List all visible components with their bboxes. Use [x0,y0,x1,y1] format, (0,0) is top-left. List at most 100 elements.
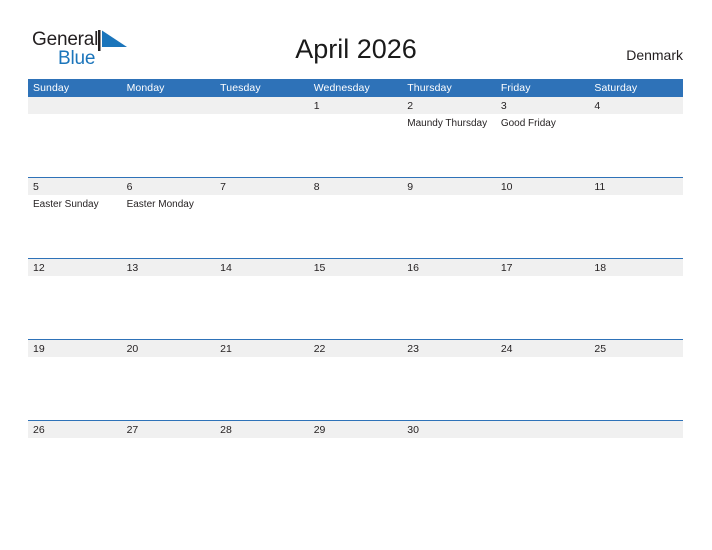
week-event-band [28,438,683,500]
holiday-label: Easter Monday [126,199,194,210]
calendar-week-row: 5 6 7 8 9 10 11 Easter Sunday Easter Monday [28,177,683,258]
day-number-27[interactable]: 27 [122,421,216,438]
day-events-cell [122,114,216,176]
day-events-cell [215,114,309,176]
day-events-cell [309,195,403,257]
week-date-band: 12 13 14 15 16 17 18 [28,258,683,276]
day-events-cell [122,438,216,500]
day-events-cell [589,276,683,338]
weekday-header-tuesday: Tuesday [220,81,261,94]
week-event-band [28,276,683,338]
weekday-header-friday: Friday [500,81,531,94]
weekday-header-sunday: Sunday [33,81,70,94]
day-number-16[interactable]: 16 [402,259,496,276]
day-number-5[interactable]: 5 [28,178,122,195]
day-number-empty [215,97,309,114]
day-number-30[interactable]: 30 [402,421,496,438]
day-events-cell [309,276,403,338]
day-number-21[interactable]: 21 [215,340,309,357]
day-events-cell [28,357,122,419]
day-number-15[interactable]: 15 [309,259,403,276]
day-number-1[interactable]: 1 [309,97,403,114]
day-number-empty [589,421,683,438]
weekday-header-wednesday: Wednesday [313,81,370,94]
day-events-cell [589,438,683,500]
day-number-10[interactable]: 10 [496,178,590,195]
page-header: General Blue April 2026 Denmark [0,0,712,79]
day-number-13[interactable]: 13 [122,259,216,276]
day-number-17[interactable]: 17 [496,259,590,276]
day-number-24[interactable]: 24 [496,340,590,357]
weekday-header-monday: Monday [126,81,165,94]
day-number-4[interactable]: 4 [589,97,683,114]
day-events-cell [122,357,216,419]
day-events-cell [28,276,122,338]
week-event-band: Maundy Thursday Good Friday [28,114,683,176]
day-number-19[interactable]: 19 [28,340,122,357]
week-date-band: 19 20 21 22 23 24 25 [28,339,683,357]
day-number-23[interactable]: 23 [402,340,496,357]
day-number-11[interactable]: 11 [589,178,683,195]
day-events-cell: Good Friday [496,114,590,176]
day-events-cell [589,195,683,257]
day-events-cell [496,195,590,257]
day-number-6[interactable]: 6 [122,178,216,195]
day-events-cell [402,276,496,338]
week-date-band: 5 6 7 8 9 10 11 [28,177,683,195]
day-number-3[interactable]: 3 [496,97,590,114]
day-events-cell [496,438,590,500]
day-number-empty [496,421,590,438]
day-number-empty [28,97,122,114]
calendar-week-row: 12 13 14 15 16 17 18 [28,258,683,339]
calendar-weeks: 1 2 3 4 Maundy Thursday Good Friday 5 6 7 8 9 10 11 E… [28,96,683,501]
day-events-cell [496,276,590,338]
weekday-header-thursday: Thursday [407,81,452,94]
day-number-empty [122,97,216,114]
day-number-18[interactable]: 18 [589,259,683,276]
day-events-cell [122,276,216,338]
day-number-12[interactable]: 12 [28,259,122,276]
day-events-cell [496,357,590,419]
country-label: Denmark [626,47,683,63]
day-events-cell [589,357,683,419]
weekday-header-row: Sunday Monday Tuesday Wednesday Thursday Frid… [28,79,683,96]
day-number-26[interactable]: 26 [28,421,122,438]
week-event-band: Easter Sunday Easter Monday [28,195,683,257]
day-events-cell: Easter Sunday [28,195,122,257]
day-events-cell [28,114,122,176]
week-date-band: 1234 [28,96,683,114]
day-events-cell [215,438,309,500]
day-number-2[interactable]: 2 [402,97,496,114]
day-events-cell [309,114,403,176]
calendar-week-row: 26 27 28 29 30 [28,420,683,501]
day-events-cell [402,195,496,257]
holiday-label: Easter Sunday [33,199,99,210]
calendar-week-row: 19 20 21 22 23 24 25 [28,339,683,420]
day-number-7[interactable]: 7 [215,178,309,195]
day-events-cell: Easter Monday [122,195,216,257]
day-number-28[interactable]: 28 [215,421,309,438]
day-events-cell [309,438,403,500]
day-events-cell [215,357,309,419]
page-title: April 2026 [295,34,417,64]
weekday-header-saturday: Saturday [594,81,638,94]
day-events-cell [309,357,403,419]
day-number-22[interactable]: 22 [309,340,403,357]
day-number-25[interactable]: 25 [589,340,683,357]
day-number-9[interactable]: 9 [402,178,496,195]
week-date-band: 26 27 28 29 30 [28,420,683,438]
day-number-20[interactable]: 20 [122,340,216,357]
day-events-cell: Maundy Thursday [402,114,496,176]
holiday-label: Maundy Thursday [407,118,488,129]
week-event-band [28,357,683,419]
day-events-cell [28,438,122,500]
day-events-cell [402,357,496,419]
day-number-29[interactable]: 29 [309,421,403,438]
day-events-cell [215,276,309,338]
day-number-14[interactable]: 14 [215,259,309,276]
day-events-cell [589,114,683,176]
day-events-cell [402,438,496,500]
day-number-8[interactable]: 8 [309,178,403,195]
calendar-grid: Sunday Monday Tuesday Wednesday Thursday Frid… [28,79,683,501]
holiday-label: Good Friday [500,118,556,129]
